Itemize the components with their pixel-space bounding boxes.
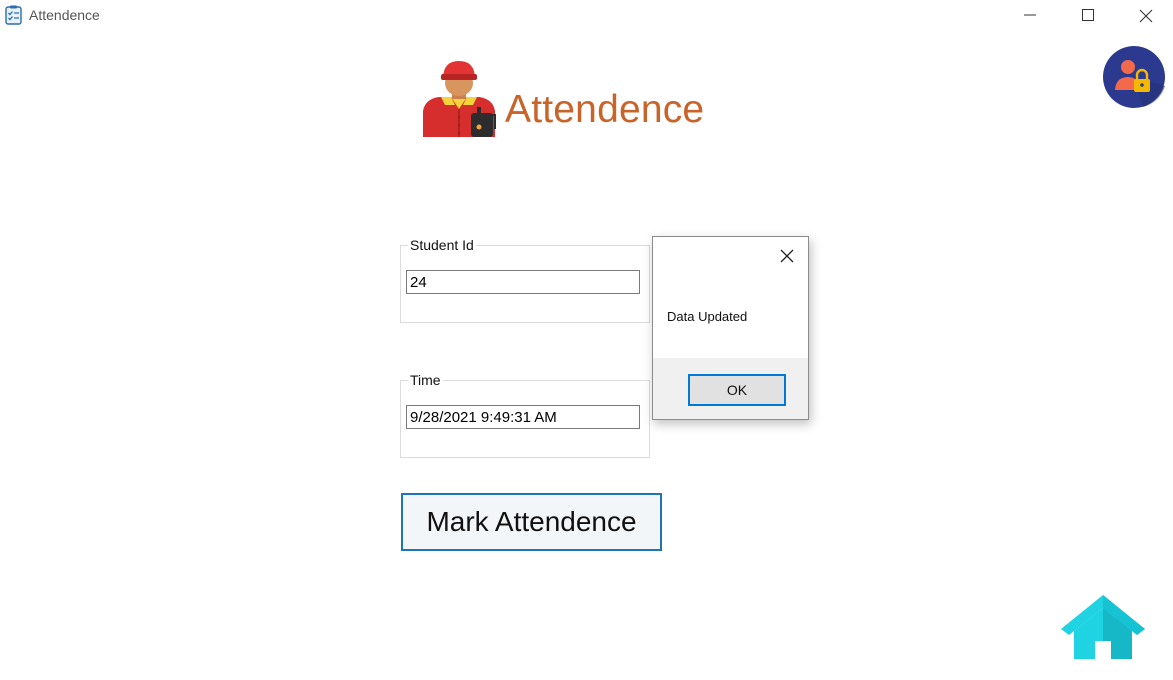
maximize-icon <box>1082 9 1094 21</box>
page-title: Attendence <box>505 88 705 131</box>
dialog-message: Data Updated <box>667 309 748 324</box>
maximize-button[interactable] <box>1059 0 1117 32</box>
close-icon[interactable] <box>778 247 796 265</box>
ok-button[interactable]: OK <box>688 374 786 406</box>
attendance-checklist-icon <box>5 5 22 25</box>
minimize-button[interactable] <box>1001 0 1059 32</box>
window-titlebar: Attendence <box>0 0 1173 32</box>
window-title: Attendence <box>29 7 100 23</box>
mark-attendence-button[interactable]: Mark Attendence <box>401 493 662 551</box>
message-dialog: Data Updated OK <box>652 236 809 420</box>
user-lock-icon[interactable] <box>1103 46 1165 108</box>
close-icon <box>1139 9 1153 23</box>
student-id-input[interactable] <box>406 270 640 294</box>
student-id-group: Student Id <box>400 237 650 323</box>
window-close-button[interactable] <box>1117 0 1173 32</box>
minimize-icon <box>1024 14 1036 16</box>
home-icon[interactable] <box>1061 595 1145 659</box>
dialog-footer: OK <box>653 358 808 419</box>
time-group: Time <box>400 372 650 458</box>
time-input[interactable] <box>406 405 640 429</box>
time-label: Time <box>408 372 443 388</box>
worker-avatar-icon <box>423 61 496 137</box>
student-id-label: Student Id <box>408 237 476 253</box>
